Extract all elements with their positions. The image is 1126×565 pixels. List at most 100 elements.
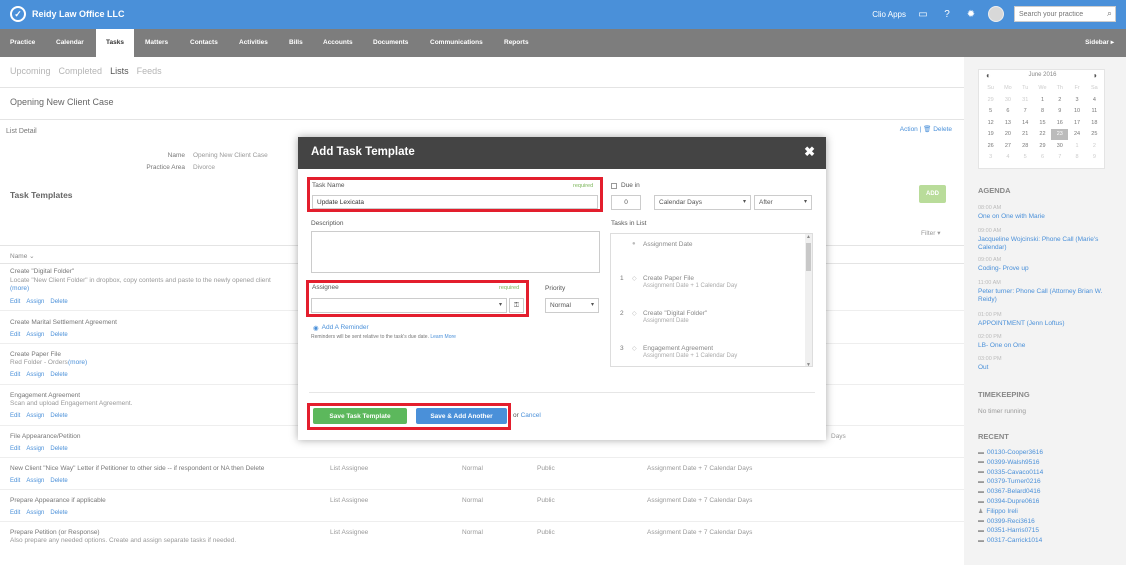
delete-link[interactable]: Delete [50, 372, 67, 378]
save-add-another-button[interactable]: Save & Add Another [416, 408, 507, 424]
assign-link[interactable]: Assign [26, 446, 44, 452]
gear-icon[interactable]: ✹ [964, 7, 978, 21]
assign-link[interactable]: Assign [26, 478, 44, 484]
calendar-day[interactable]: 10 [1068, 106, 1085, 117]
nav-documents[interactable]: Documents [373, 29, 408, 57]
agenda-item[interactable]: Jacqueline Wojcinski: Phone Call (Marie'… [978, 236, 1118, 252]
close-icon[interactable]: ✖ [804, 144, 815, 160]
nav-reports[interactable]: Reports [504, 29, 529, 57]
search-icon[interactable]: ⌕ [1107, 8, 1112, 19]
nav-bills[interactable]: Bills [289, 29, 303, 57]
task-name-input[interactable] [312, 195, 598, 209]
calendar-day[interactable]: 3 [982, 152, 999, 163]
calendar-day[interactable]: 9 [1051, 106, 1068, 117]
edit-link[interactable]: Edit [10, 299, 20, 305]
calendar-day[interactable]: 1 [1034, 95, 1051, 106]
recent-item[interactable]: ▬ 00399-Walsh9516 [978, 459, 1040, 466]
due-in-checkbox[interactable] [611, 183, 617, 189]
calendar-day[interactable]: 30 [999, 95, 1016, 106]
more-link[interactable]: (more) [10, 285, 29, 292]
sidebar-toggle[interactable]: Sidebar ▸ [1085, 29, 1114, 57]
edit-link[interactable]: Edit [10, 332, 20, 338]
save-task-template-button[interactable]: Save Task Template [313, 408, 407, 424]
calendar-day[interactable]: 21 [1017, 129, 1034, 140]
tab-feeds[interactable]: Feeds [137, 66, 162, 76]
calendar-day[interactable]: 9 [1086, 152, 1103, 163]
description-textarea[interactable] [311, 231, 600, 273]
calendar-day[interactable]: 23 [1051, 129, 1069, 140]
nav-contacts[interactable]: Contacts [190, 29, 218, 57]
row-name[interactable]: Create Paper File [10, 351, 61, 358]
due-unit-select[interactable]: Calendar Days ▾ [654, 195, 751, 210]
calendar-day[interactable]: 8 [1068, 152, 1085, 163]
calendar-next-icon[interactable]: ◑ [1092, 71, 1097, 80]
delete-link[interactable]: Delete [50, 510, 67, 516]
more-link[interactable]: (more) [68, 359, 87, 366]
assign-link[interactable]: Assign [26, 510, 44, 516]
due-in-number[interactable]: 0 [611, 195, 641, 210]
calendar-day[interactable]: 8 [1034, 106, 1051, 117]
edit-link[interactable]: Edit [10, 478, 20, 484]
tab-upcoming[interactable]: Upcoming [10, 66, 51, 76]
add-button[interactable]: ADD [919, 185, 946, 203]
calendar-day[interactable]: 12 [982, 118, 999, 129]
assign-link[interactable]: Assign [26, 372, 44, 378]
tab-completed[interactable]: Completed [59, 66, 103, 76]
agenda-item[interactable]: APPOINTMENT (Jenn Loftus) [978, 320, 1118, 328]
inbox-icon[interactable]: ▭ [916, 7, 930, 21]
edit-link[interactable]: Edit [10, 372, 20, 378]
avatar[interactable] [988, 6, 1004, 22]
calendar-day[interactable]: 29 [982, 95, 999, 106]
calendar-day[interactable]: 13 [999, 118, 1016, 129]
due-relation-select[interactable]: After ▾ [754, 195, 812, 210]
calendar-day[interactable]: 24 [1068, 129, 1085, 140]
calendar-day[interactable]: 11 [1086, 106, 1103, 117]
agenda-item[interactable]: Coding- Prove up [978, 265, 1118, 273]
action-link[interactable]: Action [900, 126, 918, 133]
row-name[interactable]: File Appearance/Petition [10, 433, 80, 440]
agenda-item[interactable]: LB- One on One [978, 342, 1118, 350]
delete-link[interactable]: Delete [50, 413, 67, 419]
assign-link[interactable]: Assign [26, 299, 44, 305]
calendar-day[interactable]: 2 [1086, 141, 1103, 152]
nav-tasks[interactable]: Tasks [96, 29, 134, 57]
calendar-day[interactable]: 27 [999, 141, 1016, 152]
cancel-link[interactable]: Cancel [521, 412, 541, 419]
assign-link[interactable]: Assign [26, 332, 44, 338]
recent-item[interactable]: ▬ 00351-Harris0715 [978, 527, 1039, 534]
nav-communications[interactable]: Communications [430, 29, 483, 57]
row-name[interactable]: Create Marital Settlement Agreement [10, 319, 117, 326]
calendar-day[interactable]: 5 [1017, 152, 1034, 163]
delete-link[interactable]: Delete [50, 299, 67, 305]
help-icon[interactable]: ? [940, 7, 954, 21]
calendar-day[interactable]: 26 [982, 141, 999, 152]
calendar-day[interactable]: 4 [999, 152, 1016, 163]
scroll-down-icon[interactable]: ▼ [806, 362, 811, 366]
nav-practice[interactable]: Practice [10, 29, 35, 57]
delete-link[interactable]: Delete [50, 332, 67, 338]
brand[interactable]: ✓ Reidy Law Office LLC [10, 6, 125, 22]
recent-item[interactable]: ▬ 00394-Dupre0616 [978, 498, 1039, 505]
clio-apps-link[interactable]: Clio Apps [872, 10, 906, 19]
recent-item[interactable]: ▬ 00379-Turner0216 [978, 478, 1041, 485]
agenda-item[interactable]: Out [978, 364, 1118, 372]
nav-activities[interactable]: Activities [239, 29, 268, 57]
assign-link[interactable]: Assign [26, 413, 44, 419]
calendar-day[interactable]: 5 [982, 106, 999, 117]
trash-icon[interactable]: 🗑 [923, 126, 931, 133]
calendar-day[interactable]: 30 [1051, 141, 1068, 152]
tasks-in-list[interactable]: ● Assignment Date 1 ◇ Create Paper File … [610, 233, 813, 367]
tab-lists[interactable]: Lists [110, 66, 129, 76]
nav-calendar[interactable]: Calendar [56, 29, 84, 57]
learn-more-link[interactable]: Learn More [430, 334, 456, 340]
row-name[interactable]: Create "Digital Folder" [10, 268, 74, 275]
assignee-picker-button[interactable]: ⚿ [509, 298, 524, 313]
scrollbar-thumb[interactable] [806, 243, 811, 271]
calendar-day[interactable]: 15 [1034, 118, 1051, 129]
nav-accounts[interactable]: Accounts [323, 29, 353, 57]
recent-item[interactable]: ▬ 00399-Reci3616 [978, 518, 1035, 525]
recent-item[interactable]: ▬ 00367-Belard0416 [978, 488, 1041, 495]
name-column-header[interactable]: Name ⌄ [10, 252, 35, 260]
recent-item[interactable]: ▬ 00130-Cooper3616 [978, 449, 1043, 456]
agenda-item[interactable]: Peter turner: Phone Call (Attorney Brian… [978, 288, 1118, 304]
